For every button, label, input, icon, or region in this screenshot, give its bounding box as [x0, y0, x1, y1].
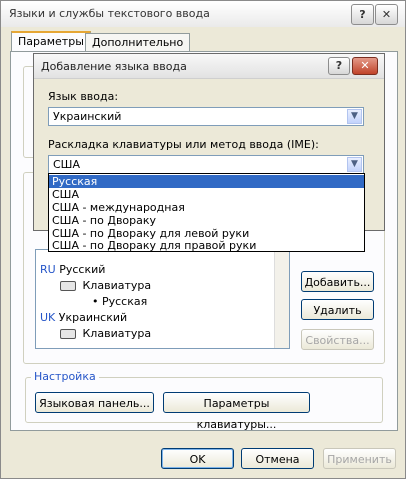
keyboard-icon — [60, 329, 76, 339]
keyboard-settings-button[interactable]: Параметры клавиатуры... — [163, 392, 310, 431]
language-code: RU — [40, 263, 56, 276]
layout-select[interactable]: США ▼ — [48, 155, 364, 174]
tab-parameters[interactable]: Параметры — [11, 31, 91, 53]
input-language-value: Украинский — [53, 110, 122, 123]
properties-button[interactable]: Свойства... — [301, 329, 374, 350]
outer-title-text: Языки и службы текстового ввода — [9, 7, 210, 20]
remove-button[interactable]: Удалить — [301, 299, 374, 320]
chevron-down-icon[interactable]: ▼ — [347, 109, 362, 124]
close-button[interactable]: ✕ — [352, 57, 378, 75]
help-button[interactable]: ? — [328, 57, 350, 75]
settings-legend: Настройка — [31, 370, 99, 383]
dropdown-option[interactable]: Русская — [49, 175, 364, 188]
language-name: Русский — [59, 263, 106, 276]
keyboard-icon — [60, 281, 76, 291]
list-item[interactable]: Клавиатура — [60, 327, 151, 340]
list-item[interactable]: Клавиатура — [60, 279, 151, 292]
apply-button[interactable]: Применить — [323, 448, 396, 469]
inner-title-text: Добавление языка ввода — [41, 60, 187, 73]
dropdown-option[interactable]: США - по Двораку — [49, 214, 364, 227]
category-label: Клавиатура — [82, 279, 152, 292]
category-label: Клавиатура — [82, 327, 152, 340]
dropdown-option[interactable]: США — [49, 188, 364, 201]
dropdown-option[interactable]: США - международная — [49, 201, 364, 214]
inner-title-bar: Добавление языка ввода ? ✕ — [34, 54, 384, 79]
layout-dropdown-list[interactable]: Русская США США - международная США - по… — [48, 173, 365, 252]
tab-advanced[interactable]: Дополнительно — [85, 33, 191, 52]
help-button[interactable]: ? — [351, 4, 374, 25]
installed-services-list[interactable]: RU Русский Клавиатура • Русская UK Украи… — [35, 249, 290, 349]
ok-button[interactable]: OK — [161, 448, 234, 469]
layout-value: США — [53, 158, 80, 171]
input-language-label: Язык ввода: — [48, 90, 119, 103]
cancel-button[interactable]: Отмена — [241, 448, 314, 469]
language-code: UK — [40, 311, 56, 324]
outer-title-bar: Языки и службы текстового ввода ? ✕ — [1, 1, 405, 27]
add-button[interactable]: Добавить... — [301, 271, 374, 292]
chevron-down-icon[interactable]: ▼ — [347, 157, 362, 172]
input-language-select[interactable]: Украинский ▼ — [48, 107, 364, 126]
layout-label: Раскладка клавиатуры или метод ввода (IM… — [48, 138, 319, 151]
close-button[interactable]: ✕ — [375, 4, 398, 25]
list-scrollbar[interactable] — [274, 250, 289, 348]
dropdown-option[interactable]: США - по Двораку для правой руки — [49, 240, 364, 251]
list-item[interactable]: • Русская — [92, 295, 147, 308]
list-item[interactable]: UK Украинский — [40, 311, 127, 324]
language-name: Украинский — [58, 311, 128, 324]
list-item[interactable]: RU Русский — [40, 263, 105, 276]
language-bar-button[interactable]: Языковая панель... — [35, 392, 154, 413]
